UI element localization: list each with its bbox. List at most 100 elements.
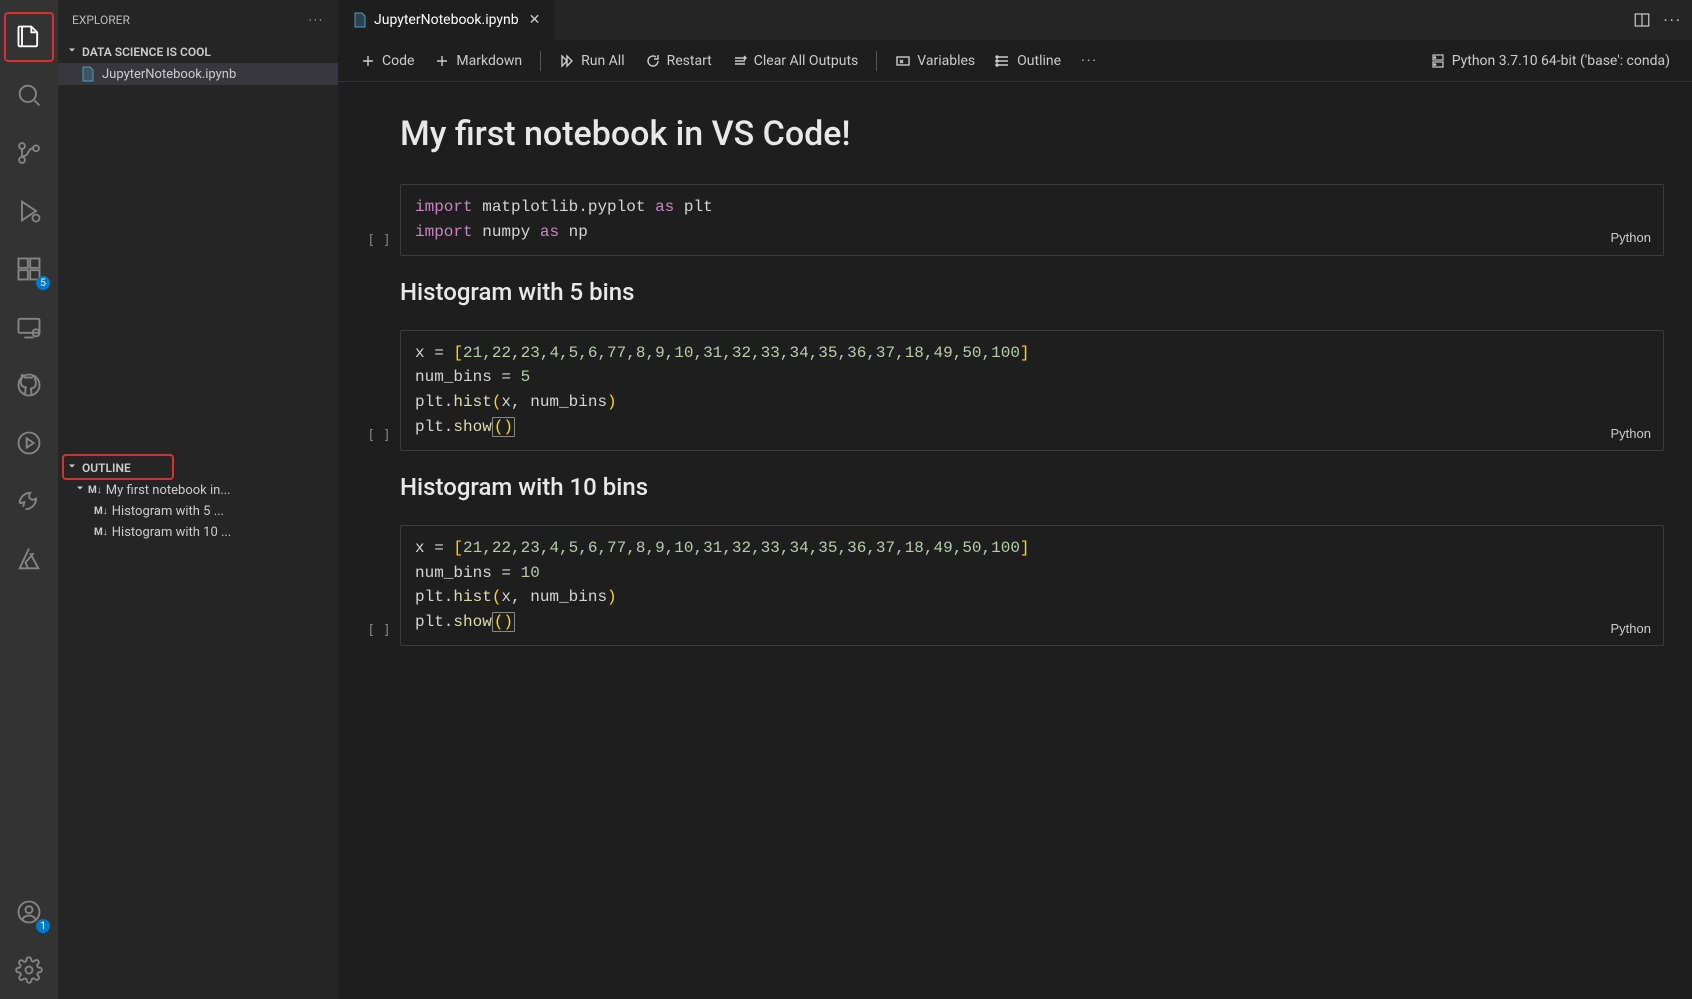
variables-label: Variables [917, 53, 975, 69]
markdown-icon: M↓ [94, 506, 108, 517]
split-editor-icon[interactable] [1633, 11, 1651, 29]
chevron-down-icon [74, 482, 86, 498]
tab-bar: JupyterNotebook.ipynb ✕ ··· [338, 0, 1692, 40]
cell-execution-count: [ ] [358, 184, 400, 256]
code-cell-3[interactable]: [ ] x = [21,22,23,4,5,6,77,8,9,10,31,32,… [358, 525, 1664, 646]
sidebar-more-icon[interactable]: ··· [309, 13, 324, 27]
markdown-icon: M↓ [94, 527, 108, 538]
clear-label: Clear All Outputs [754, 53, 859, 69]
activity-remote[interactable] [0, 298, 58, 356]
sidebar-title: EXPLORER ··· [58, 0, 338, 40]
add-code-label: Code [382, 53, 414, 69]
add-markdown-button[interactable]: Markdown [426, 49, 530, 73]
code-cell-2[interactable]: [ ] x = [21,22,23,4,5,6,77,8,9,10,31,32,… [358, 330, 1664, 451]
run-all-label: Run All [581, 53, 625, 69]
outline-item-h2a[interactable]: M↓ Histogram with 5 ... [58, 501, 338, 522]
activity-extensions[interactable]: 5 [0, 240, 58, 298]
markdown-h1[interactable]: My first notebook in VS Code! [400, 114, 1664, 154]
server-icon [1430, 53, 1446, 69]
plus-icon [360, 53, 376, 69]
folder-header[interactable]: DATA SCIENCE IS COOL [58, 40, 338, 63]
run-all-button[interactable]: Run All [551, 49, 633, 73]
close-icon[interactable]: ✕ [529, 12, 541, 28]
activity-search[interactable] [0, 66, 58, 124]
outline-label: Histogram with 5 ... [112, 504, 224, 519]
activity-source-control[interactable] [0, 124, 58, 182]
outline-item-h1[interactable]: M↓ My first notebook in... [58, 479, 338, 501]
accounts-badge: 1 [36, 919, 50, 933]
cell-language[interactable]: Python [1611, 228, 1651, 248]
activity-run-debug[interactable] [0, 182, 58, 240]
play-bug-icon [15, 197, 43, 225]
restart-icon [645, 53, 661, 69]
sidebar-title-label: EXPLORER [72, 13, 130, 27]
plus-icon [434, 53, 450, 69]
add-markdown-label: Markdown [456, 53, 522, 69]
cell-editor[interactable]: import matplotlib.pyplot as plt import n… [400, 184, 1664, 256]
markdown-h2-a[interactable]: Histogram with 5 bins [400, 278, 1664, 306]
github-icon [15, 371, 43, 399]
markdown-h2-b[interactable]: Histogram with 10 bins [400, 473, 1664, 501]
restart-button[interactable]: Restart [637, 49, 720, 73]
chevron-down-icon [66, 460, 78, 475]
cell-language[interactable]: Python [1611, 619, 1651, 639]
activity-explorer[interactable] [0, 8, 58, 66]
search-icon [15, 81, 43, 109]
cell-editor[interactable]: x = [21,22,23,4,5,6,77,8,9,10,31,32,33,3… [400, 330, 1664, 451]
explorer-sidebar: EXPLORER ··· DATA SCIENCE IS COOL Jupyte… [58, 0, 338, 999]
cell-execution-count: [ ] [358, 330, 400, 451]
activity-github[interactable] [0, 356, 58, 414]
activity-misc1[interactable] [0, 414, 58, 472]
clear-icon [732, 53, 748, 69]
outline-label: My first notebook in... [106, 483, 231, 498]
azure-icon [15, 545, 43, 573]
kernel-button[interactable]: Python 3.7.10 64-bit ('base': conda) [1422, 49, 1678, 73]
variables-icon [895, 53, 911, 69]
markdown-icon: M↓ [88, 485, 102, 496]
circle-play-icon [15, 429, 43, 457]
activity-accounts[interactable]: 1 [0, 883, 58, 941]
extensions-badge: 5 [36, 276, 50, 290]
cell-execution-count: [ ] [358, 525, 400, 646]
run-all-icon [559, 53, 575, 69]
notebook-toolbar: Code Markdown Run All Restart Clear All … [338, 40, 1692, 82]
activity-misc2[interactable] [0, 472, 58, 530]
editor-area: JupyterNotebook.ipynb ✕ ··· Code Markdow… [338, 0, 1692, 999]
activity-bar: 5 1 [0, 0, 58, 999]
more-icon[interactable]: ··· [1081, 53, 1098, 69]
outline-icon [995, 53, 1011, 69]
outline-button[interactable]: Outline [987, 49, 1069, 73]
add-code-button[interactable]: Code [352, 49, 422, 73]
outline-header[interactable]: OUTLINE [58, 456, 338, 479]
restart-label: Restart [667, 53, 712, 69]
file-label: JupyterNotebook.ipynb [102, 67, 236, 82]
file-item-notebook[interactable]: JupyterNotebook.ipynb [58, 63, 338, 85]
files-icon [15, 23, 43, 51]
clear-outputs-button[interactable]: Clear All Outputs [724, 49, 867, 73]
folder-name: DATA SCIENCE IS COOL [82, 45, 211, 59]
outline-title: OUTLINE [82, 461, 131, 475]
tab-notebook[interactable]: JupyterNotebook.ipynb ✕ [338, 0, 555, 40]
notebook-file-icon [352, 12, 368, 28]
variables-button[interactable]: Variables [887, 49, 983, 73]
notebook-file-icon [80, 66, 96, 82]
outline-label: Outline [1017, 53, 1061, 69]
remote-icon [15, 313, 43, 341]
activity-azure[interactable] [0, 530, 58, 588]
outline-label: Histogram with 10 ... [112, 525, 232, 540]
activity-settings[interactable] [0, 941, 58, 999]
share-icon [15, 487, 43, 515]
outline-item-h2b[interactable]: M↓ Histogram with 10 ... [58, 522, 338, 543]
code-cell-1[interactable]: [ ] import matplotlib.pyplot as plt impo… [358, 184, 1664, 256]
kernel-label: Python 3.7.10 64-bit ('base': conda) [1452, 53, 1670, 69]
notebook-body[interactable]: My first notebook in VS Code! [ ] import… [338, 82, 1692, 999]
cell-language[interactable]: Python [1611, 424, 1651, 444]
outline-body: M↓ My first notebook in... M↓ Histogram … [58, 479, 338, 999]
more-icon[interactable]: ··· [1663, 11, 1682, 30]
cell-editor[interactable]: x = [21,22,23,4,5,6,77,8,9,10,31,32,33,3… [400, 525, 1664, 646]
tab-label: JupyterNotebook.ipynb [374, 12, 519, 28]
chevron-down-icon [66, 44, 78, 59]
branch-icon [15, 139, 43, 167]
gear-icon [15, 956, 43, 984]
tab-actions: ··· [1623, 0, 1692, 40]
